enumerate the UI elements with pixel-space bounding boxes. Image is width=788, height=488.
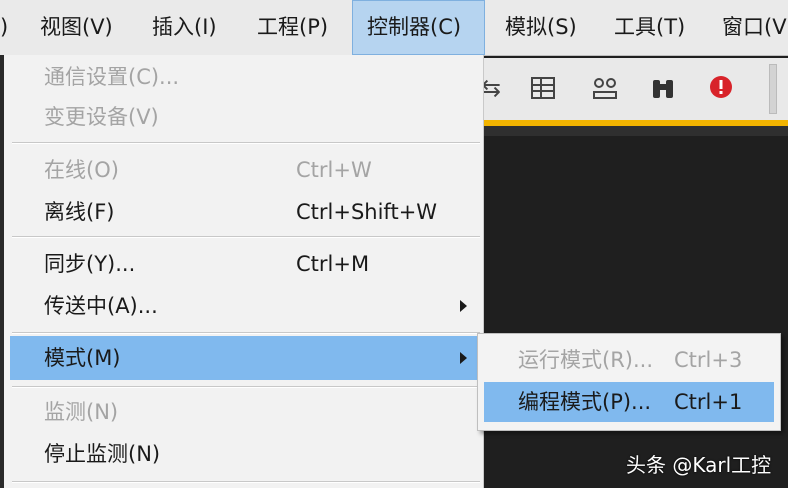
toolbar: ⇆ xyxy=(481,58,788,126)
menu-change-device[interactable]: 变更设备(V) xyxy=(10,95,479,139)
menu-separator xyxy=(12,332,480,334)
menu-transfer[interactable]: 传送中(A)... xyxy=(10,284,479,328)
menu-item-label: 同步(Y)... xyxy=(44,252,136,276)
menu-item-partial[interactable]: ) xyxy=(0,0,8,55)
menu-separator xyxy=(12,236,480,238)
menu-item-shortcut: Ctrl+1 xyxy=(674,390,743,414)
network-icon[interactable] xyxy=(591,74,619,102)
menu-item-label: 编程模式(P)... xyxy=(518,390,652,414)
table-icon[interactable] xyxy=(529,74,557,102)
menu-item-label: 传送中(A)... xyxy=(44,294,158,318)
menu-item-shortcut: Ctrl+W xyxy=(296,158,372,182)
submenu-arrow-icon xyxy=(460,300,467,312)
menu-item-tools[interactable]: 工具(T) xyxy=(614,0,685,55)
menu-offline[interactable]: 离线(F) Ctrl+Shift+W xyxy=(10,190,479,234)
menu-separator xyxy=(12,481,480,483)
menu-program-mode[interactable]: 编程模式(P)... Ctrl+1 xyxy=(484,382,774,422)
submenu-arrow-icon xyxy=(460,352,467,364)
workspace-strip xyxy=(483,126,788,136)
menu-item-shortcut: Ctrl+Shift+W xyxy=(296,200,438,224)
menu-item-simulation[interactable]: 模拟(S) xyxy=(505,0,577,55)
menu-item-controller[interactable]: 控制器(C) xyxy=(352,0,485,55)
menu-bar: ) 视图(V) 插入(I) 工程(P) 控制器(C) 模拟(S) 工具(T) 窗… xyxy=(0,0,788,56)
menu-item-label: 通信设置(C)... xyxy=(44,65,180,89)
menu-item-label: 模式(M) xyxy=(44,346,121,370)
menu-separator xyxy=(12,142,480,144)
binoculars-icon[interactable] xyxy=(649,74,677,102)
menu-item-shortcut: Ctrl+3 xyxy=(674,348,743,372)
menu-item-label: 停止监测(N) xyxy=(44,442,161,466)
menu-item-view[interactable]: 视图(V) xyxy=(40,0,113,55)
menu-mode[interactable]: 模式(M) xyxy=(10,336,479,380)
toolbar-separator xyxy=(769,64,777,114)
menu-stop-monitor[interactable]: 停止监测(N) xyxy=(10,432,479,476)
watermark: 头条 @Karl工控 xyxy=(626,453,772,477)
menu-synchronize[interactable]: 同步(Y)... Ctrl+M xyxy=(10,242,479,286)
mode-submenu: 运行模式(R)... Ctrl+3 编程模式(P)... Ctrl+1 xyxy=(477,333,781,431)
menu-item-label: 变更设备(V) xyxy=(44,105,159,129)
menu-communication-settings[interactable]: 通信设置(C)... xyxy=(10,55,479,99)
menu-run-mode[interactable]: 运行模式(R)... Ctrl+3 xyxy=(484,340,774,380)
menu-monitor[interactable]: 监测(N) xyxy=(10,390,479,434)
controller-dropdown-menu: 通信设置(C)... 变更设备(V) 在线(O) Ctrl+W 离线(F) Ct… xyxy=(4,55,484,488)
menu-item-project[interactable]: 工程(P) xyxy=(257,0,328,55)
menu-item-label: 运行模式(R)... xyxy=(518,348,654,372)
menu-item-shortcut: Ctrl+M xyxy=(296,252,370,276)
menu-item-insert[interactable]: 插入(I) xyxy=(152,0,217,55)
menu-item-window[interactable]: 窗口(V xyxy=(722,0,787,55)
menu-item-label: 监测(N) xyxy=(44,400,119,424)
menu-item-label: 在线(O) xyxy=(44,158,119,182)
alert-icon[interactable] xyxy=(707,74,735,102)
menu-online[interactable]: 在线(O) Ctrl+W xyxy=(10,148,479,192)
menu-item-label: 离线(F) xyxy=(44,200,115,224)
menu-separator xyxy=(12,386,480,388)
